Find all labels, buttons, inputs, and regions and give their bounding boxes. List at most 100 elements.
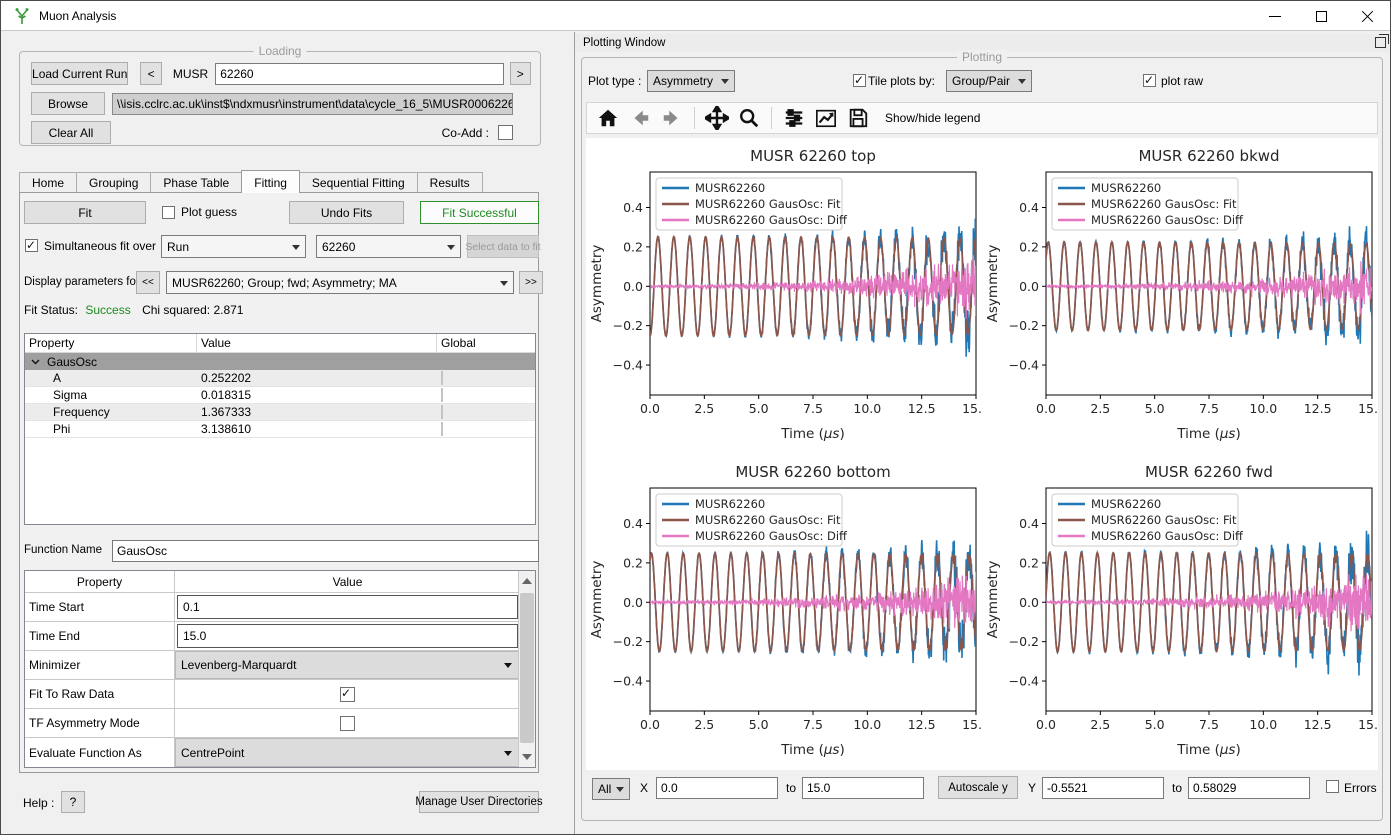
global-checkbox[interactable] bbox=[441, 371, 443, 385]
svg-text:MUSR62260 GausOsc: Fit: MUSR62260 GausOsc: Fit bbox=[695, 197, 841, 211]
x-to-input[interactable] bbox=[802, 777, 924, 799]
save-icon[interactable] bbox=[845, 105, 871, 131]
show-hide-legend-button[interactable]: Show/hide legend bbox=[885, 111, 980, 125]
vertical-scrollbar[interactable] bbox=[518, 571, 535, 767]
global-checkbox[interactable] bbox=[441, 422, 443, 436]
load-current-run-button[interactable]: Load Current Run bbox=[31, 62, 128, 85]
table-row[interactable]: A 0.252202 bbox=[25, 370, 535, 387]
plot-raw-checkbox[interactable] bbox=[1143, 74, 1156, 87]
float-dock-icon[interactable] bbox=[1375, 37, 1386, 48]
global-checkbox[interactable] bbox=[441, 388, 443, 402]
previous-dataset-button[interactable]: << bbox=[136, 271, 160, 294]
global-checkbox[interactable] bbox=[441, 405, 443, 419]
next-dataset-button[interactable]: >> bbox=[519, 271, 543, 294]
close-button[interactable] bbox=[1344, 1, 1390, 31]
minimizer-combobox[interactable]: Levenberg-Marquardt bbox=[175, 651, 520, 679]
svg-text:Asymmetry: Asymmetry bbox=[589, 245, 605, 323]
figure-canvas[interactable]: 0.02.55.07.510.012.515.0−0.4−0.20.00.20.… bbox=[586, 138, 1378, 770]
fit-to-raw-data-checkbox[interactable] bbox=[340, 687, 355, 702]
svg-text:MUSR62260 GausOsc: Fit: MUSR62260 GausOsc: Fit bbox=[695, 513, 841, 527]
tab-sequential-fitting[interactable]: Sequential Fitting bbox=[299, 172, 418, 193]
browse-button[interactable]: Browse bbox=[31, 92, 105, 115]
pan-icon[interactable] bbox=[704, 105, 730, 131]
next-run-button[interactable]: > bbox=[510, 62, 531, 85]
minimize-button[interactable] bbox=[1252, 1, 1298, 31]
svg-text:5.0: 5.0 bbox=[1145, 401, 1165, 416]
run-number-input[interactable] bbox=[215, 63, 503, 85]
chevron-down-icon bbox=[1018, 79, 1026, 84]
undo-fits-button[interactable]: Undo Fits bbox=[289, 201, 404, 224]
file-path-field: \\isis.cclrc.ac.uk\inst$\ndxmusr\instrum… bbox=[112, 93, 513, 115]
dataset-combobox[interactable]: MUSR62260; Group; fwd; Asymmetry; MA bbox=[166, 271, 514, 294]
x-from-input[interactable] bbox=[656, 777, 778, 799]
table-row: TF Asymmetry Mode bbox=[25, 709, 535, 738]
subplots-icon[interactable] bbox=[781, 105, 807, 131]
svg-text:7.5: 7.5 bbox=[1199, 717, 1219, 732]
panel-divider[interactable] bbox=[574, 32, 575, 835]
y-to-input[interactable] bbox=[1188, 777, 1310, 799]
scope-combobox[interactable]: All bbox=[592, 778, 630, 800]
subplot-fwd[interactable]: 0.02.55.07.510.012.515.0−0.4−0.20.00.20.… bbox=[982, 454, 1378, 770]
back-icon[interactable] bbox=[627, 105, 653, 131]
subplot-bkwd[interactable]: 0.02.55.07.510.012.515.0−0.4−0.20.00.20.… bbox=[982, 138, 1378, 454]
time-start-input[interactable]: 0.1 bbox=[177, 595, 518, 619]
scrollbar-thumb[interactable] bbox=[520, 593, 534, 743]
fit-button[interactable]: Fit bbox=[24, 201, 146, 224]
scroll-up-icon[interactable] bbox=[522, 578, 532, 584]
time-end-input[interactable]: 15.0 bbox=[177, 624, 518, 648]
svg-text:MUSR 62260 bkwd: MUSR 62260 bkwd bbox=[1138, 147, 1279, 165]
left-footer: Help : ? Manage User Directories bbox=[1, 790, 561, 816]
tab-results[interactable]: Results bbox=[417, 172, 483, 193]
tab-home[interactable]: Home bbox=[19, 172, 77, 193]
previous-run-button[interactable]: < bbox=[140, 62, 161, 85]
svg-text:10.0: 10.0 bbox=[853, 401, 881, 416]
plot-toolbar: Show/hide legend bbox=[586, 102, 1378, 134]
maximize-button[interactable] bbox=[1298, 1, 1344, 31]
table-row[interactable]: Frequency 1.367333 bbox=[25, 404, 535, 421]
fit-by-combobox[interactable]: Run bbox=[161, 235, 306, 258]
plotting-groupbox: Plotting Plot type : Asymmetry Tile plot… bbox=[581, 57, 1383, 821]
co-add-checkbox[interactable] bbox=[498, 125, 513, 140]
tab-phase-table[interactable]: Phase Table bbox=[150, 172, 242, 193]
manage-user-directories-button[interactable]: Manage User Directories bbox=[419, 791, 539, 813]
svg-text:0.2: 0.2 bbox=[623, 239, 643, 254]
plot-guess-checkbox[interactable] bbox=[162, 206, 175, 219]
help-button[interactable]: ? bbox=[61, 791, 85, 813]
plot-raw-label: plot raw bbox=[1161, 74, 1203, 88]
forward-icon[interactable] bbox=[659, 105, 685, 131]
tile-plots-checkbox[interactable] bbox=[853, 74, 866, 87]
table-row: Evaluate Function As CentrePoint bbox=[25, 738, 535, 767]
tf-asymmetry-mode-checkbox[interactable] bbox=[340, 716, 355, 731]
subplot-top[interactable]: 0.02.55.07.510.012.515.0−0.4−0.20.00.20.… bbox=[586, 138, 982, 454]
scroll-down-icon[interactable] bbox=[522, 754, 532, 760]
tile-by-combobox[interactable]: Group/Pair bbox=[946, 70, 1032, 92]
toolbar-separator bbox=[771, 107, 772, 129]
svg-text:15.0: 15.0 bbox=[1358, 717, 1378, 732]
plot-type-combobox[interactable]: Asymmetry bbox=[647, 70, 735, 92]
function-name-input[interactable] bbox=[112, 540, 539, 562]
svg-text:0.0: 0.0 bbox=[1019, 279, 1039, 294]
svg-text:2.5: 2.5 bbox=[1090, 717, 1110, 732]
svg-text:0.2: 0.2 bbox=[1019, 555, 1039, 570]
customize-icon[interactable] bbox=[813, 105, 839, 131]
clear-all-button[interactable]: Clear All bbox=[31, 121, 111, 144]
errors-checkbox[interactable] bbox=[1326, 780, 1339, 793]
function-group-row[interactable]: GausOsc bbox=[25, 353, 535, 370]
home-icon[interactable] bbox=[595, 105, 621, 131]
simultaneous-fit-checkbox[interactable] bbox=[25, 239, 38, 252]
tab-fitting[interactable]: Fitting bbox=[241, 170, 300, 193]
tab-grouping[interactable]: Grouping bbox=[76, 172, 151, 193]
zoom-icon[interactable] bbox=[736, 105, 762, 131]
subplot-bottom[interactable]: 0.02.55.07.510.012.515.0−0.4−0.20.00.20.… bbox=[586, 454, 982, 770]
autoscale-y-button[interactable]: Autoscale y bbox=[938, 776, 1018, 799]
svg-text:5.0: 5.0 bbox=[1145, 717, 1165, 732]
svg-text:15.0: 15.0 bbox=[962, 717, 982, 732]
function-name-label: Function Name bbox=[24, 544, 102, 556]
y-from-input[interactable] bbox=[1042, 777, 1164, 799]
table-row[interactable]: Sigma 0.018315 bbox=[25, 387, 535, 404]
plotting-window-title: Plotting Window bbox=[583, 37, 665, 49]
run-select-combobox[interactable]: 62260 bbox=[316, 235, 461, 258]
evaluate-function-as-combobox[interactable]: CentrePoint bbox=[175, 738, 520, 767]
svg-text:7.5: 7.5 bbox=[803, 717, 823, 732]
table-row[interactable]: Phi 3.138610 bbox=[25, 421, 535, 438]
